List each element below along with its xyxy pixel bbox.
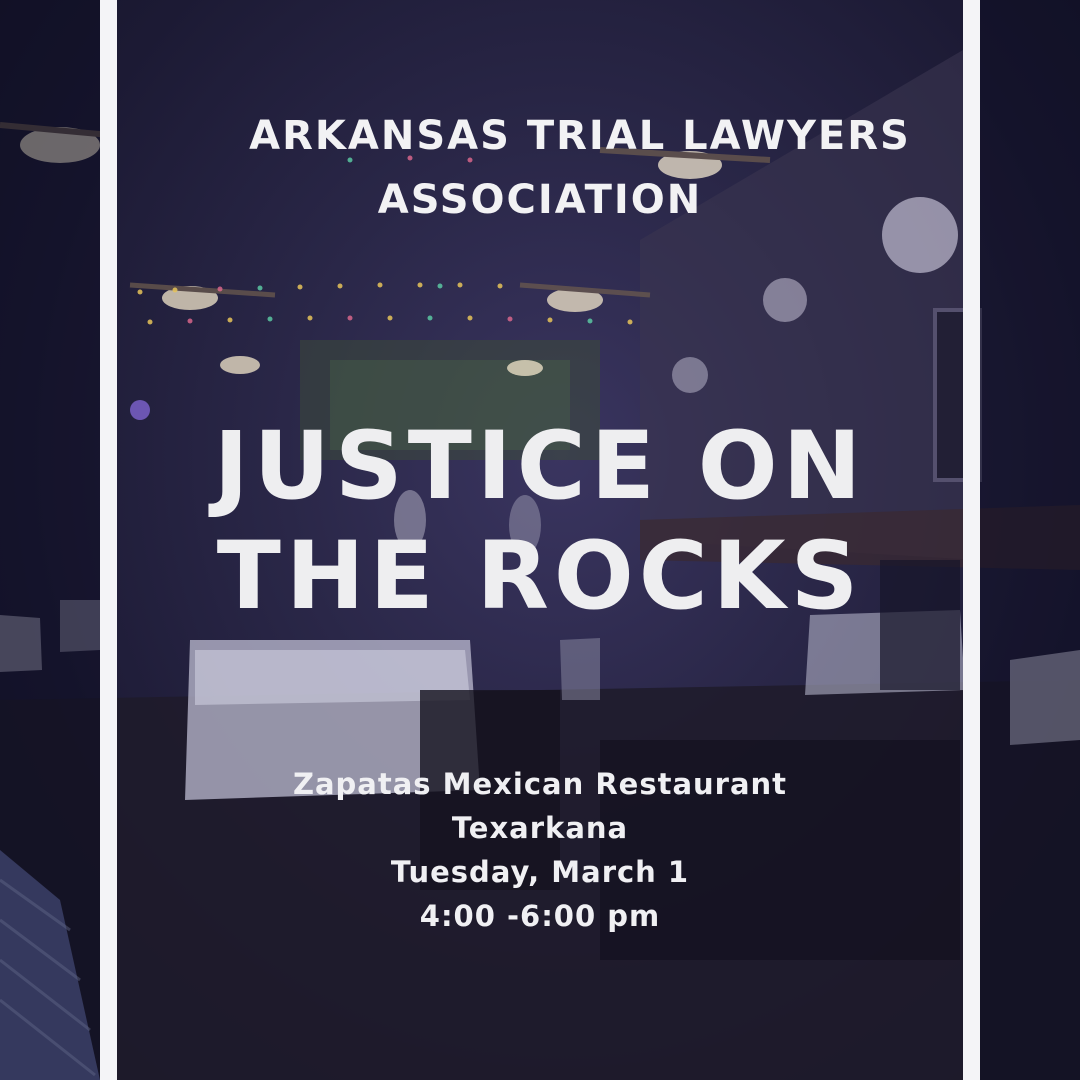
event-title: JUSTICE ON THE ROCKS — [117, 412, 963, 632]
organization-line-2: ASSOCIATION — [377, 177, 703, 223]
organization-line-1: ARKANSAS TRIAL LAWYERS — [249, 113, 911, 159]
left-white-stripe — [100, 0, 117, 1080]
event-time: 4:00 -6:00 pm — [419, 899, 661, 933]
organization-name: ARKANSAS TRIAL LAWYERS ASSOCIATION — [117, 104, 963, 232]
event-city: Texarkana — [451, 811, 629, 845]
event-date: Tuesday, March 1 — [390, 855, 690, 889]
event-poster: ARKANSAS TRIAL LAWYERS ASSOCIATION JUSTI… — [0, 0, 1080, 1080]
right-white-stripe — [963, 0, 980, 1080]
right-side-panel — [980, 0, 1080, 1080]
event-details: Zapatas Mexican Restaurant Texarkana Tue… — [117, 762, 963, 938]
event-venue: Zapatas Mexican Restaurant — [292, 767, 788, 801]
event-title-line-2: THE ROCKS — [216, 522, 864, 631]
left-side-panel — [0, 0, 100, 1080]
event-title-line-1: JUSTICE ON — [213, 412, 867, 521]
